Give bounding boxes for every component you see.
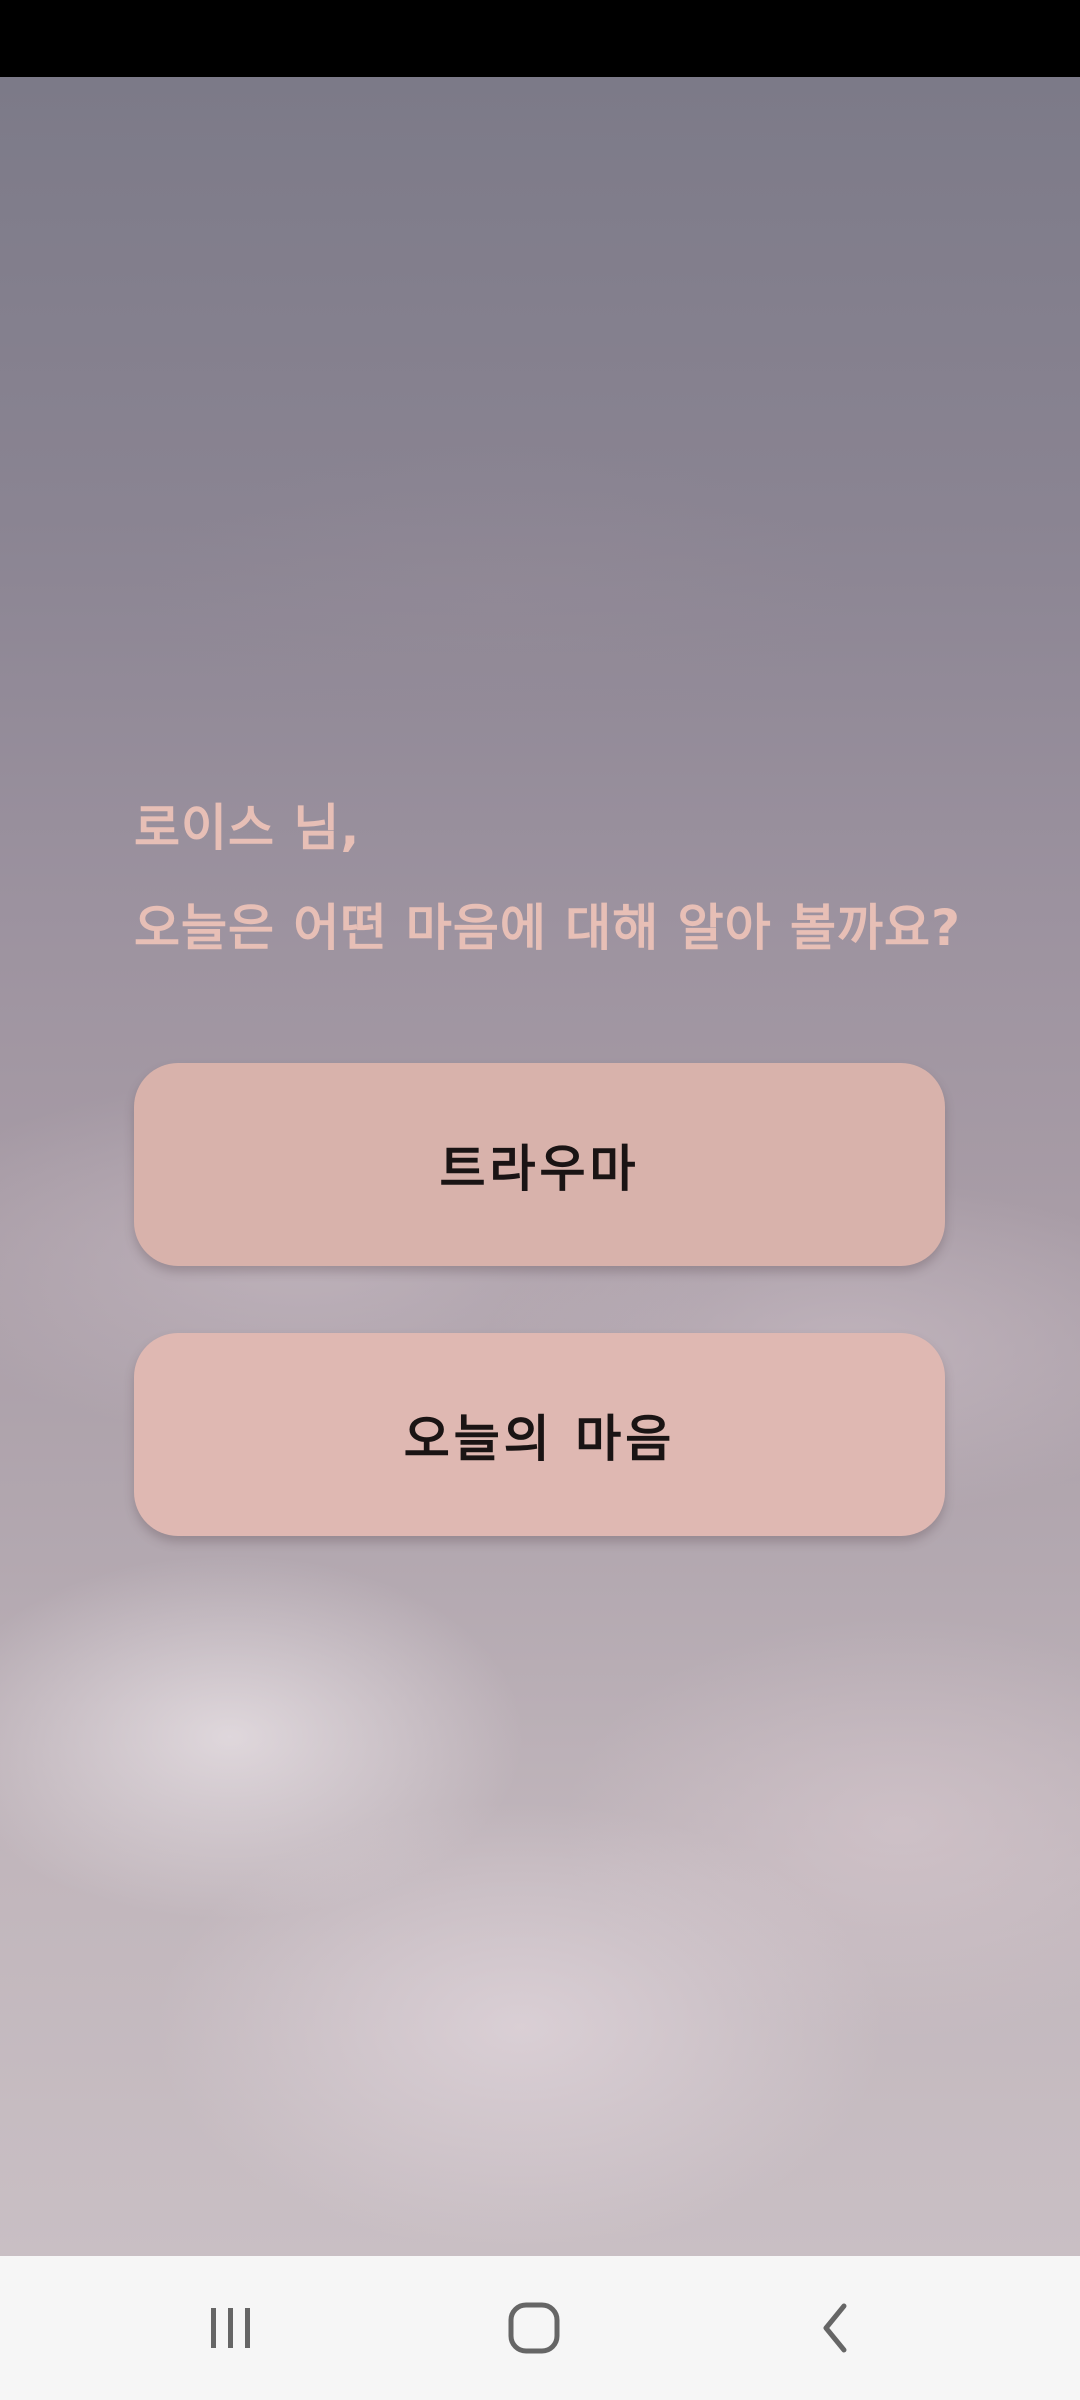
home-icon	[508, 2302, 560, 2354]
greeting-text: 로이스 님, 오늘은 어떤 마음에 대해 알아 볼까요?	[134, 778, 994, 978]
todays-mind-button-label: 오늘의 마음	[403, 1409, 676, 1468]
greeting-line-name: 로이스 님,	[134, 799, 361, 857]
todays-mind-button[interactable]: 오늘의 마음	[134, 1333, 945, 1536]
recent-apps-button[interactable]	[151, 2256, 311, 2400]
trauma-button-label: 트라우마	[439, 1139, 640, 1198]
greeting-line-question: 오늘은 어떤 마음에 대해 알아 볼까요?	[134, 899, 962, 957]
trauma-button[interactable]: 트라우마	[134, 1063, 945, 1266]
home-button[interactable]	[454, 2256, 614, 2400]
recent-apps-icon	[211, 2308, 250, 2348]
back-icon	[823, 2303, 847, 2353]
status-bar	[0, 0, 1080, 77]
app-screen: 로이스 님, 오늘은 어떤 마음에 대해 알아 볼까요? 트라우마 오늘의 마음	[0, 0, 1080, 2400]
back-button[interactable]	[756, 2256, 916, 2400]
navigation-bar	[0, 2256, 1080, 2400]
